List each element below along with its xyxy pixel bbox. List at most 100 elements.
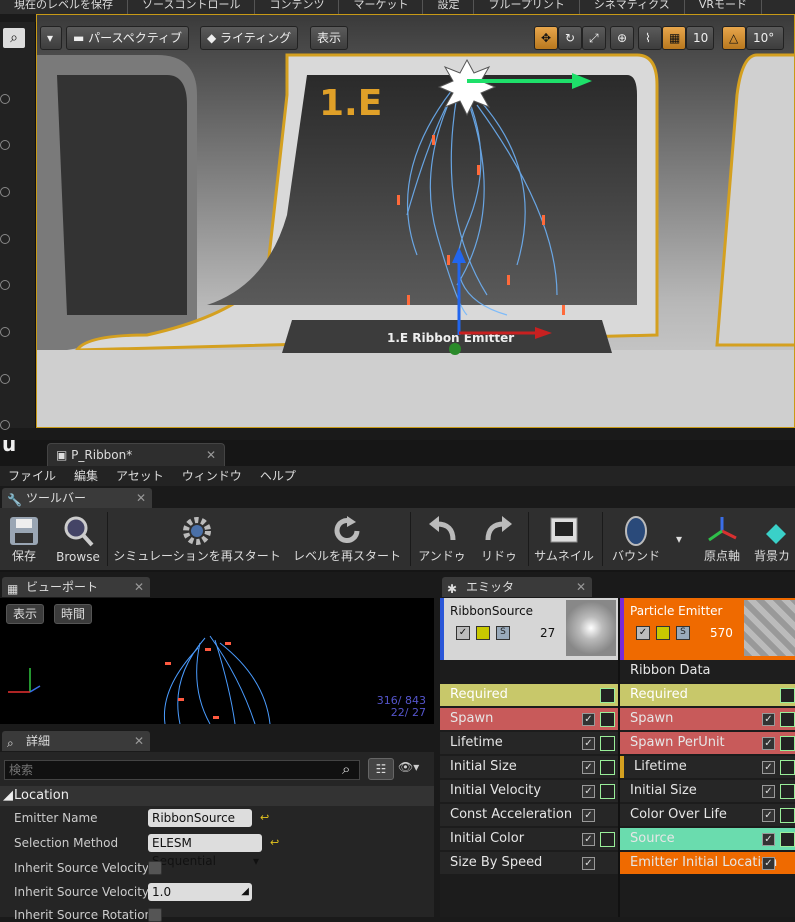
menu-vr-mode[interactable]: VRモード <box>685 0 762 14</box>
menu-help[interactable]: ヘルプ <box>252 466 306 486</box>
render-mode-icon[interactable] <box>656 626 670 640</box>
viewport-options-dropdown[interactable]: ▾ <box>40 26 62 50</box>
menu-save-level[interactable]: 現在のレベルを保存 <box>0 0 128 14</box>
module-spawn[interactable]: Spawn ✓ <box>620 708 795 730</box>
save-button[interactable]: 保存 <box>2 508 46 570</box>
module-initial-color[interactable]: Initial Color ✓ <box>440 828 618 850</box>
curve-icon[interactable] <box>780 832 795 847</box>
module-initial-size[interactable]: Initial Size ✓ <box>440 756 618 778</box>
enable-checkbox[interactable]: ✓ <box>582 761 595 774</box>
angle-snap-icon[interactable]: △ <box>722 26 746 50</box>
menu-market[interactable]: マーケット <box>339 0 424 14</box>
enable-checkbox[interactable]: ✓ <box>762 737 775 750</box>
enable-checkbox[interactable]: ✓ <box>762 713 775 726</box>
curve-icon[interactable] <box>780 808 795 823</box>
curve-icon[interactable] <box>600 760 615 775</box>
curve-icon[interactable] <box>600 736 615 751</box>
enable-checkbox[interactable]: ✓ <box>762 833 775 846</box>
grid-snap-icon[interactable]: ▦ <box>662 26 686 50</box>
origin-axis-button[interactable]: 原点軸 <box>696 508 748 570</box>
menu-file[interactable]: ファイル <box>0 466 66 486</box>
inherit-velocity-scale-field[interactable]: 1.0 ◢ <box>148 883 252 901</box>
world-space-icon[interactable]: ⊕ <box>610 26 634 50</box>
module-lifetime[interactable]: Lifetime ✓ <box>620 756 795 778</box>
module-size-by-speed[interactable]: Size By Speed ✓ <box>440 852 618 874</box>
thumbnail-button[interactable]: サムネイル <box>532 508 596 570</box>
emitter-header-ribbonsource[interactable]: RibbonSource ✓ S 27 <box>440 598 618 660</box>
enable-checkbox[interactable]: ✓ <box>582 857 595 870</box>
eye-view-options-icon[interactable]: 👁▾ <box>398 760 419 774</box>
bounds-button[interactable]: バウンド <box>606 508 666 570</box>
search-icon[interactable]: ⌕ <box>3 28 25 48</box>
module-color-over-life[interactable]: Color Over Life ✓ <box>620 804 795 826</box>
render-mode-icon[interactable] <box>476 626 490 640</box>
module-required[interactable]: Required <box>620 684 795 706</box>
selection-method-dropdown[interactable]: ELESM Sequential ▾ <box>148 834 262 868</box>
close-icon[interactable]: ✕ <box>134 731 144 751</box>
module-required[interactable]: Required <box>440 684 618 706</box>
module-spawn[interactable]: Spawn ✓ <box>440 708 618 730</box>
surface-snap-icon[interactable]: ⌇ <box>638 26 662 50</box>
enable-checkbox[interactable]: ✓ <box>456 626 470 640</box>
translate-tool-icon[interactable]: ✥ <box>534 26 558 50</box>
curve-icon[interactable] <box>780 688 795 703</box>
visibility-icon[interactable] <box>0 420 10 430</box>
tab-emitters[interactable]: ✱ エミッタ ✕ <box>442 577 592 597</box>
menu-asset[interactable]: アセット <box>108 466 174 486</box>
undo-button[interactable]: アンドゥ <box>416 508 468 570</box>
enable-checkbox[interactable]: ✓ <box>762 785 775 798</box>
restart-simulation-button[interactable]: シミュレーションを再スタート <box>112 508 282 570</box>
browse-button[interactable]: Browse <box>54 508 102 570</box>
menu-content[interactable]: コンテンツ <box>255 0 340 14</box>
background-color-button[interactable]: 背景カ <box>754 508 795 570</box>
search-icon[interactable]: ⌕ <box>342 760 350 778</box>
reset-to-default-icon[interactable]: ↩ <box>260 811 269 824</box>
tab-details[interactable]: ⌕ 詳細 ✕ <box>2 731 150 751</box>
show-button[interactable]: 表示 <box>310 26 349 50</box>
inherit-source-velocity-checkbox[interactable] <box>148 861 162 875</box>
menu-settings[interactable]: 設定 <box>423 0 475 14</box>
scale-tool-icon[interactable]: ⤢ <box>582 26 606 50</box>
particle-preview-viewport[interactable]: 表示 時間 316/ 843 22/ 27 <box>0 598 434 724</box>
visibility-icon[interactable] <box>0 374 10 384</box>
grid-snap-value[interactable]: 10 <box>686 26 714 50</box>
solo-icon[interactable]: S <box>676 626 690 640</box>
lighting-button[interactable]: ◆ ライティング <box>200 26 299 50</box>
emitter-name-field[interactable]: RibbonSource <box>148 809 252 827</box>
close-icon[interactable]: ✕ <box>206 444 216 466</box>
menu-source-control[interactable]: ソースコントロール <box>128 0 256 14</box>
module-source[interactable]: Source ✓ <box>620 828 795 850</box>
menu-edit[interactable]: 編集 <box>66 466 108 486</box>
visibility-icon[interactable] <box>0 187 10 197</box>
angle-snap-value[interactable]: 10° <box>746 26 784 50</box>
inherit-source-rotation-checkbox[interactable] <box>148 908 162 922</box>
curve-icon[interactable] <box>600 832 615 847</box>
visibility-icon[interactable] <box>0 94 10 104</box>
module-lifetime[interactable]: Lifetime ✓ <box>440 732 618 754</box>
module-const-acceleration[interactable]: Const Acceleration ✓ <box>440 804 618 826</box>
restart-level-button[interactable]: レベルを再スタート <box>290 508 404 570</box>
close-icon[interactable]: ✕ <box>136 488 146 508</box>
curve-icon[interactable] <box>780 760 795 775</box>
module-emitter-initial-location[interactable]: Emitter Initial Location ✓ <box>620 852 795 874</box>
solo-icon[interactable]: S <box>496 626 510 640</box>
visibility-icon[interactable] <box>0 234 10 244</box>
curve-icon[interactable] <box>780 736 795 751</box>
module-ribbon-data[interactable]: Ribbon Data <box>620 660 795 682</box>
module-spawn-per-unit[interactable]: Spawn PerUnit ✓ <box>620 732 795 754</box>
menu-window[interactable]: ウィンドウ <box>174 466 252 486</box>
bounds-options-dropdown[interactable]: ▾ <box>672 508 690 570</box>
enable-checkbox[interactable]: ✓ <box>582 785 595 798</box>
module-initial-velocity[interactable]: Initial Velocity ✓ <box>440 780 618 802</box>
document-tab-p-ribbon[interactable]: ▣ P_Ribbon* ✕ <box>47 443 225 467</box>
redo-button[interactable]: リドゥ <box>474 508 524 570</box>
menu-blueprint[interactable]: ブループリント <box>474 0 580 14</box>
category-location[interactable]: ◢ Location <box>0 786 434 806</box>
enable-checkbox[interactable]: ✓ <box>582 809 595 822</box>
enable-checkbox[interactable]: ✓ <box>762 809 775 822</box>
rotate-tool-icon[interactable]: ↻ <box>558 26 582 50</box>
module-initial-size[interactable]: Initial Size ✓ <box>620 780 795 802</box>
close-icon[interactable]: ✕ <box>134 577 144 597</box>
tab-viewport[interactable]: ▦ ビューポート ✕ <box>2 577 150 597</box>
perspective-button[interactable]: ▬ パースペクティブ <box>66 26 189 50</box>
